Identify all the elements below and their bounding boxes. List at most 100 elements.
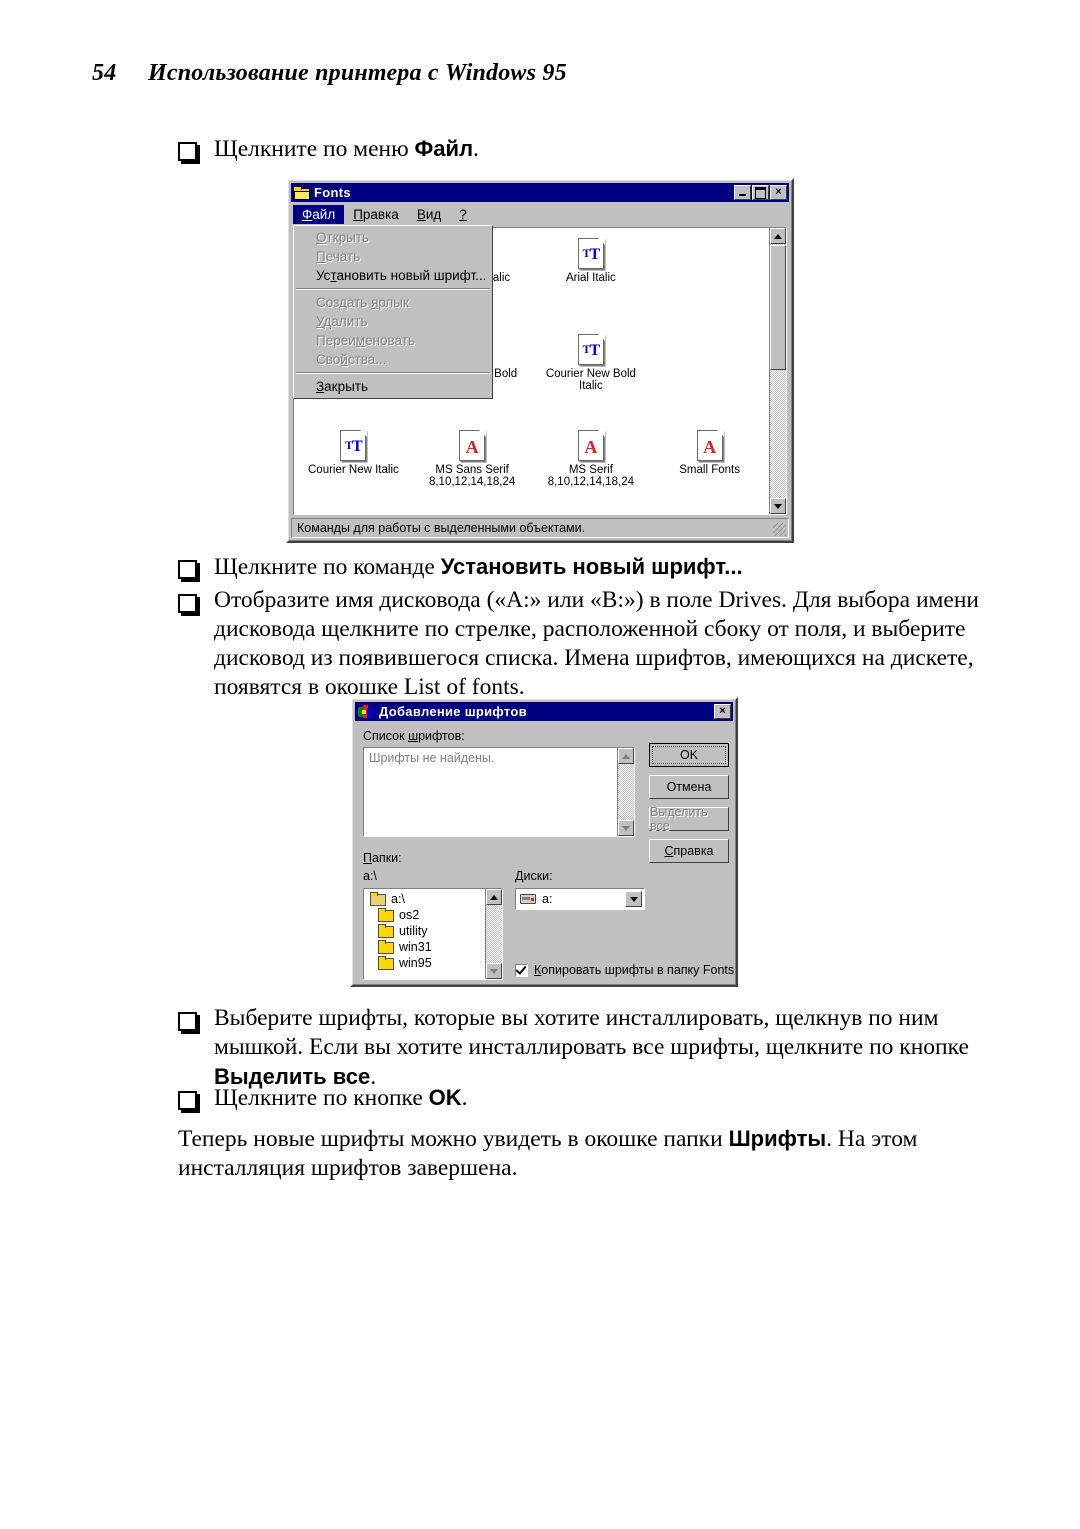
step-4-prefix: Выберите шрифты, которые вы хотите инста… [214,1005,969,1060]
font-item-ms-sans-serif[interactable]: A MS Sans Serif 8,10,12,14,18,24 [413,429,532,514]
scroll-up-button[interactable] [486,889,502,905]
copy-to-fonts-folder-checkbox-row[interactable]: Копировать шрифты в папку Fonts [515,962,734,977]
bitmap-font-icon: A [459,429,487,461]
menu-open[interactable]: Открыть [294,228,492,247]
scroll-up-button[interactable] [618,748,634,764]
font-item-courier-new-bold-italic[interactable]: TT Courier New Bold Italic [532,333,651,430]
fonts-window[interactable]: Fonts × Файл Правка Вид ? TT Arial Bold … [286,178,794,543]
folder-tree-row[interactable]: utility [364,923,502,939]
font-item-courier-new-italic[interactable]: TT Courier New Italic [294,429,413,514]
fonts-list-scrollbar[interactable] [617,748,634,836]
scroll-up-button[interactable] [770,228,786,244]
fonts-window-statusbar: Команды для работы с выделенными объекта… [291,518,789,538]
close-button[interactable]: × [770,185,787,200]
step-2-prefix: Щелкните по команде [214,554,441,580]
step-1-suffix: . [473,136,479,162]
step-1-prefix: Щелкните по меню [214,136,415,162]
menu-properties[interactable]: Свойства... [294,350,492,369]
floppy-drive-icon [520,894,536,904]
folder-icon [378,956,394,970]
bullet-icon [178,594,197,613]
folder-tree-row[interactable]: a:\ [364,891,502,907]
page-number: 54 [92,60,117,86]
fonts-window-menubar[interactable]: Файл Правка Вид ? [291,203,789,225]
help-button[interactable]: Справка [649,839,729,863]
menu-close[interactable]: Закрыть [294,377,492,396]
folder-tree-box[interactable]: a:\ os2 utility win31 win95 [363,888,503,980]
font-item-label: Courier New Bold Italic [545,368,636,392]
folder-tree-row[interactable]: win31 [364,939,502,955]
menu-rename[interactable]: Переименовать [294,331,492,350]
font-item-small-fonts[interactable]: A Small Fonts [650,429,769,514]
step-3-text: Отобразите имя дисковода («A:» или «B:»)… [214,587,979,700]
fonts-window-titlebar[interactable]: Fonts × [291,183,789,202]
close-icon: × [719,705,726,717]
menu-item-file[interactable]: Файл [293,204,345,224]
folder-label: utility [399,924,428,938]
add-fonts-titlebar[interactable]: Добавление шрифтов × [355,702,733,721]
scroll-down-button[interactable] [770,498,786,514]
step-3: Отобразите имя дисковода («A:» или «B:»)… [178,586,1000,702]
cancel-button[interactable]: Отмена [649,775,729,799]
maximize-icon [755,186,766,199]
fonts-list-box[interactable]: Шрифты не найдены. [363,747,635,837]
menu-delete[interactable]: Удалить [294,312,492,331]
scroll-down-button[interactable] [618,820,634,836]
minimize-icon [739,194,746,196]
step-5-emphasis: OK [428,1085,462,1110]
folder-tree-scrollbar[interactable] [485,889,502,979]
drives-label: Диски: [515,869,553,883]
fonts-icon [358,704,374,719]
folder-tree-row[interactable]: os2 [364,907,502,923]
step-5-suffix: . [461,1085,468,1111]
closing-paragraph: Теперь новые шрифты можно увидеть в окош… [178,1124,1006,1183]
step-5-prefix: Щелкните по кнопке [214,1085,429,1111]
maximize-button[interactable] [752,185,769,200]
font-item-arial-italic[interactable]: TT Arial Italic [532,237,651,334]
chevron-down-icon [490,968,498,974]
font-item-sizes: 8,10,12,14,18,24 [428,476,516,488]
bullet-icon [178,1012,197,1031]
minimize-button[interactable] [734,185,751,200]
folder-tree-list: a:\ os2 utility win31 win95 [364,889,502,971]
scrollbar-thumb[interactable] [770,245,786,370]
step-2-emphasis: Установить новый шрифт... [440,554,743,579]
fonts-window-title: Fonts [314,185,351,200]
fonts-vertical-scrollbar[interactable] [769,228,786,514]
folder-icon [293,186,310,200]
chevron-down-icon[interactable] [625,891,642,907]
statusbar-text: Команды для работы с выделенными объекта… [297,521,586,535]
drive-selected-value: a: [542,892,553,906]
menu-item-view[interactable]: Вид [408,205,450,224]
copy-to-fonts-folder-checkbox[interactable] [515,962,528,977]
icon-row-3: TT Courier New Italic A MS Sans Serif 8,… [294,429,769,514]
menu-item-edit[interactable]: Правка [344,205,408,224]
menu-create-shortcut[interactable]: Создать ярлык [294,293,492,312]
fonts-list-item[interactable]: Шрифты не найдены. [364,748,634,768]
folder-tree-row[interactable]: win95 [364,955,502,971]
menu-install-new-font[interactable]: Установить новый шрифт... [294,266,492,285]
font-item-ms-serif[interactable]: A MS Serif 8,10,12,14,18,24 [532,429,651,514]
select-all-button[interactable]: Выделить все [649,805,729,833]
add-fonts-title: Добавление шрифтов [379,704,527,719]
bullet-icon [178,142,197,161]
scroll-down-button[interactable] [486,963,502,979]
titlebar-buttons: × [734,185,787,200]
resize-grip-icon[interactable] [773,523,786,536]
bitmap-font-icon: A [577,429,605,461]
add-fonts-dialog[interactable]: Добавление шрифтов × Список шрифтов: Шри… [350,697,738,987]
font-item-label: Small Fonts [679,464,740,476]
folders-label: Папки: [363,851,402,865]
close-button[interactable]: × [714,704,731,719]
menu-print[interactable]: Печать [294,247,492,266]
page-header: 54 Использование принтера с Windows 95 [92,60,567,87]
ok-button[interactable]: OK [649,743,729,767]
drive-select[interactable]: a: [515,888,645,910]
chevron-down-icon [622,825,630,831]
current-path: a:\ [363,869,377,883]
truetype-font-icon: TT [577,237,605,269]
folder-label: win95 [399,956,432,970]
cancel-button-label: Отмена [666,780,712,794]
file-dropdown-menu[interactable]: Открыть Печать Установить новый шрифт...… [293,225,493,399]
menu-item-help[interactable]: ? [450,205,476,224]
